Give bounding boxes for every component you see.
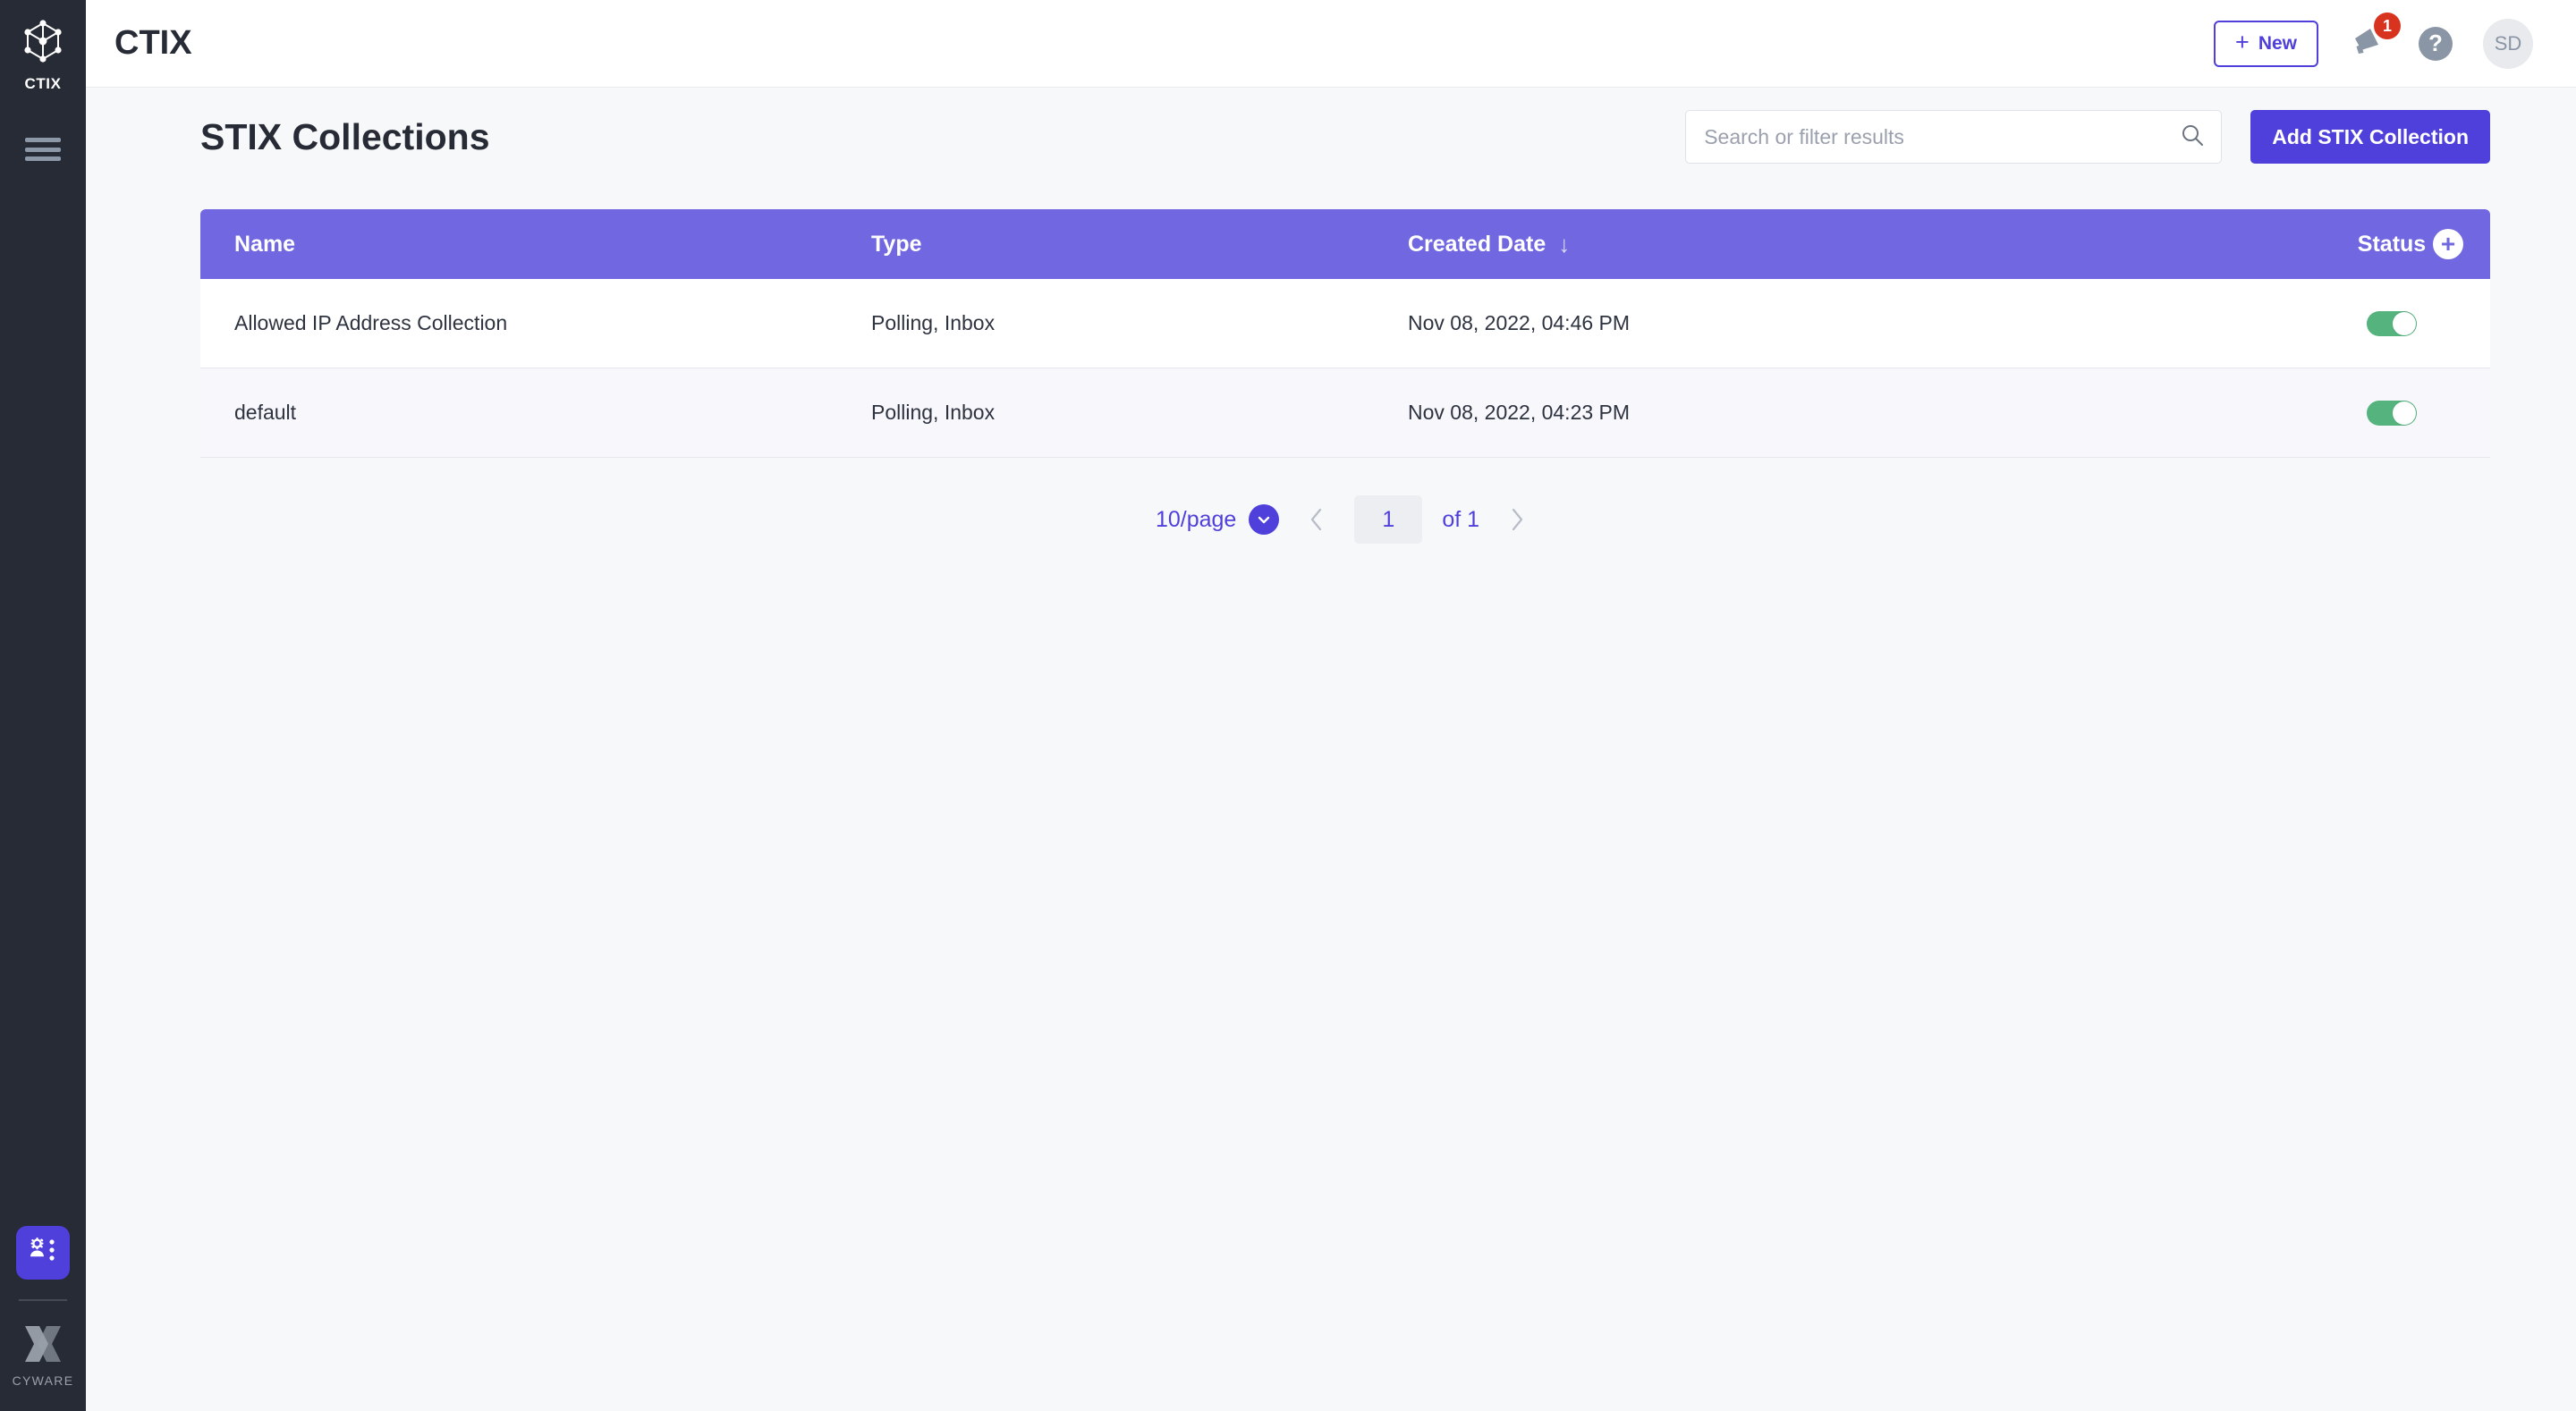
cell-type: Polling, Inbox xyxy=(871,401,1408,425)
toggle-knob xyxy=(2393,401,2416,425)
page-header-actions: Add STIX Collection xyxy=(1685,110,2490,164)
column-header-type[interactable]: Type xyxy=(871,232,1408,258)
plus-icon: + xyxy=(2235,30,2250,55)
app-root: CTIX xyxy=(0,0,2576,1411)
new-button[interactable]: + New xyxy=(2214,21,2318,67)
chevron-down-icon xyxy=(1249,504,1279,535)
sidebar-brand-label: CYWARE xyxy=(13,1373,74,1388)
sidebar-divider xyxy=(19,1299,67,1301)
help-circle-icon[interactable]: ? xyxy=(2419,27,2453,61)
next-page-button[interactable] xyxy=(1499,499,1535,540)
table-row[interactable]: Allowed IP Address Collection Polling, I… xyxy=(200,279,2490,368)
announcements-button[interactable]: 1 xyxy=(2349,23,2388,63)
top-bar: CTIX + New 1 xyxy=(86,0,2576,88)
announcements-badge: 1 xyxy=(2374,13,2401,39)
cell-created-date: Nov 08, 2022, 04:23 PM xyxy=(1408,401,2293,425)
total-pages-label: of 1 xyxy=(1442,507,1479,533)
search-icon[interactable] xyxy=(2180,123,2205,152)
cube-network-icon xyxy=(22,20,64,69)
cell-status xyxy=(2293,401,2490,426)
cell-name: default xyxy=(200,401,871,425)
app-title: CTIX xyxy=(114,24,192,63)
page-content: STIX Collections Add STIX Collection xyxy=(86,88,2576,1411)
main-area: CTIX + New 1 xyxy=(86,0,2576,1411)
cell-type: Polling, Inbox xyxy=(871,311,1408,335)
hamburger-bar xyxy=(25,148,61,152)
top-bar-actions: + New 1 ? SD xyxy=(2214,19,2533,69)
hamburger-bar xyxy=(25,156,61,161)
column-header-name[interactable]: Name xyxy=(200,232,871,258)
sidebar-item-administration[interactable] xyxy=(16,1226,70,1280)
status-toggle[interactable] xyxy=(2367,401,2417,426)
user-settings-icon xyxy=(28,1238,58,1269)
status-toggle[interactable] xyxy=(2367,311,2417,336)
table-row[interactable]: default Polling, Inbox Nov 08, 2022, 04:… xyxy=(200,368,2490,458)
new-button-label: New xyxy=(2258,33,2297,55)
sidebar-logo[interactable]: CTIX xyxy=(22,20,64,93)
search-input[interactable] xyxy=(1704,125,2180,149)
add-stix-collection-button[interactable]: Add STIX Collection xyxy=(2250,110,2490,164)
page-header: STIX Collections Add STIX Collection xyxy=(86,88,2533,186)
cyware-logo-icon xyxy=(21,1324,64,1368)
cell-name: Allowed IP Address Collection xyxy=(200,311,871,335)
column-header-created-date[interactable]: Created Date ↓ xyxy=(1408,231,2293,258)
cell-created-date: Nov 08, 2022, 04:46 PM xyxy=(1408,311,2293,335)
search-box[interactable] xyxy=(1685,110,2222,164)
toggle-knob xyxy=(2393,312,2416,335)
column-header-created-date-label: Created Date xyxy=(1408,232,1546,258)
avatar[interactable]: SD xyxy=(2483,19,2533,69)
per-page-label: 10/page xyxy=(1156,507,1236,533)
page-title: STIX Collections xyxy=(200,116,490,158)
previous-page-button[interactable] xyxy=(1299,499,1335,540)
pagination: 10/page 1 of 1 xyxy=(200,495,2490,544)
hamburger-menu-icon[interactable] xyxy=(25,138,61,161)
sort-descending-icon: ↓ xyxy=(1558,231,1570,258)
hamburger-bar xyxy=(25,138,61,142)
plus-circle-icon[interactable]: + xyxy=(2433,229,2463,259)
per-page-selector[interactable]: 10/page xyxy=(1156,504,1279,535)
sidebar: CTIX xyxy=(0,0,86,1411)
stix-collections-table: Name Type Created Date ↓ Status + Allowe… xyxy=(200,209,2490,544)
sidebar-logo-label: CTIX xyxy=(24,75,61,93)
sidebar-brand: CYWARE xyxy=(13,1324,74,1388)
table-header-row: Name Type Created Date ↓ Status + xyxy=(200,209,2490,279)
cell-status xyxy=(2293,311,2490,336)
current-page-input[interactable]: 1 xyxy=(1354,495,1422,544)
